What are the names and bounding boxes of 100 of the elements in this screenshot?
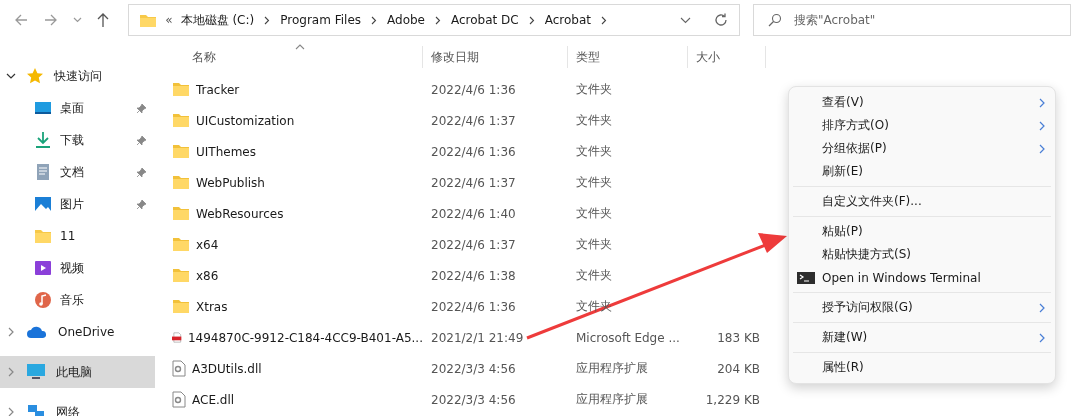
column-header[interactable]: 大小 xyxy=(688,46,766,68)
file-name[interactable]: x64 xyxy=(196,237,219,252)
sidebar-item[interactable]: 视频 xyxy=(0,252,155,284)
modified-date: 2022/4/6 1:38 xyxy=(430,268,517,283)
sidebar-label: OneDrive xyxy=(58,325,115,339)
expanded-chevron-icon[interactable] xyxy=(6,71,16,81)
up-arrow-icon xyxy=(96,12,110,28)
pdf-file-icon xyxy=(172,329,182,346)
sidebar-item[interactable]: 桌面 xyxy=(0,92,155,124)
terminal-icon xyxy=(797,271,815,284)
menu-item[interactable]: 属性(R) xyxy=(789,356,1055,379)
sidebar-item[interactable]: 音乐 xyxy=(0,284,155,316)
menu-item[interactable]: 授予访问权限(G) xyxy=(789,296,1055,319)
folder-icon xyxy=(172,175,190,190)
download-icon xyxy=(34,131,52,149)
sidebar-item[interactable]: 11 xyxy=(0,220,155,252)
menu-item[interactable]: 粘贴(P) xyxy=(789,220,1055,243)
file-size: 204 KB xyxy=(717,361,760,376)
file-type: 文件夹 xyxy=(575,143,613,160)
sidebar-item[interactable]: 此电脑 xyxy=(0,356,155,388)
folder-icon xyxy=(172,82,190,97)
file-name[interactable]: WebPublish xyxy=(196,175,265,190)
modified-date: 2022/4/6 1:36 xyxy=(430,144,517,159)
folder-icon xyxy=(172,268,190,283)
modified-date: 2022/4/6 1:36 xyxy=(430,82,517,97)
back-arrow-icon xyxy=(14,13,28,27)
breadcrumb[interactable]: Program Files xyxy=(280,13,361,27)
breadcrumb[interactable]: Acrobat xyxy=(544,13,591,27)
video-icon xyxy=(34,259,52,277)
file-type: 文件夹 xyxy=(575,236,613,253)
file-name[interactable]: WebResources xyxy=(196,206,284,221)
search-input[interactable]: 搜索"Acrobat" xyxy=(792,12,1056,28)
breadcrumb[interactable]: Acrobat DC xyxy=(451,13,519,27)
document-icon xyxy=(34,163,52,181)
sidebar-item[interactable]: 图片 xyxy=(0,188,155,220)
file-type: 文件夹 xyxy=(575,174,613,191)
collapsed-chevron-icon[interactable] xyxy=(6,327,16,337)
search-icon xyxy=(768,13,782,27)
chevron-icon xyxy=(528,15,535,25)
dropdown-icon[interactable] xyxy=(680,16,691,24)
forward-arrow-icon xyxy=(44,13,58,27)
menu-item[interactable]: Open in Windows Terminal xyxy=(789,266,1055,289)
column-header[interactable]: 修改日期 xyxy=(423,46,568,68)
file-type: Microsoft Edge ... xyxy=(575,330,681,345)
breadcrumb[interactable]: Adobe xyxy=(387,13,425,27)
address-bar[interactable]: « 本地磁盘 (C:) Program Files Adobe Acrobat DC Acrobat xyxy=(128,4,740,36)
sidebar-label: 桌面 xyxy=(60,99,84,117)
file-name[interactable]: Xtras xyxy=(196,299,228,314)
chevron-icon xyxy=(264,15,271,25)
sidebar-item[interactable]: 下载 xyxy=(0,124,155,156)
file-name[interactable]: x86 xyxy=(196,268,219,283)
file-type: 文件夹 xyxy=(575,205,613,222)
menu-item[interactable]: 刷新(E) xyxy=(789,160,1055,183)
menu-item[interactable]: 分组依据(P) xyxy=(789,137,1055,160)
folder-icon xyxy=(34,227,52,245)
modified-date: 2022/4/6 1:37 xyxy=(430,113,517,128)
collapsed-chevron-icon[interactable] xyxy=(6,407,16,416)
sidebar-label: 视频 xyxy=(60,259,84,277)
file-type: 文件夹 xyxy=(575,81,613,98)
breadcrumb[interactable]: 本地磁盘 (C:) xyxy=(180,11,255,29)
chevron-icon xyxy=(371,15,377,25)
modified-date: 2022/4/6 1:37 xyxy=(430,237,517,252)
menu-item[interactable]: 查看(V) xyxy=(789,91,1055,114)
column-header[interactable]: 类型 xyxy=(568,46,688,68)
menu-item[interactable]: 粘贴快捷方式(S) xyxy=(789,243,1055,266)
search-field[interactable]: 搜索"Acrobat" xyxy=(753,4,1071,36)
folder-icon xyxy=(172,206,190,221)
file-name[interactable]: 1494870C-9912-C184-4CC9-B401-A5... xyxy=(187,330,423,345)
chevron-icon xyxy=(601,15,607,25)
menu-item[interactable]: 新建(W) xyxy=(789,326,1055,349)
folder-icon xyxy=(172,144,190,159)
file-name[interactable]: UICustomization xyxy=(196,113,295,128)
modified-date: 2022/3/3 4:56 xyxy=(430,392,517,407)
collapsed-chevron-icon[interactable] xyxy=(6,367,16,377)
sidebar-item[interactable]: OneDrive xyxy=(0,316,155,348)
file-type: 应用程序扩展 xyxy=(575,360,649,377)
file-type: 文件夹 xyxy=(575,267,613,284)
sidebar-label: 下载 xyxy=(60,131,84,149)
sidebar-label: 11 xyxy=(60,229,76,243)
music-icon xyxy=(34,291,52,309)
refresh-icon[interactable] xyxy=(713,12,729,28)
file-type: 文件夹 xyxy=(575,112,613,129)
star-icon xyxy=(26,67,44,85)
file-name[interactable]: A3DUtils.dll xyxy=(192,361,262,376)
file-type: 应用程序扩展 xyxy=(575,391,649,408)
menu-item[interactable]: 自定义文件夹(F)... xyxy=(789,190,1055,213)
sidebar-label: 文档 xyxy=(60,163,84,181)
menu-item[interactable]: 排序方式(O) xyxy=(789,114,1055,137)
breadcrumb-overflow[interactable]: « xyxy=(165,13,173,27)
modified-date: 2021/2/1 21:49 xyxy=(430,330,525,345)
sort-ascending-icon xyxy=(295,44,305,50)
modified-date: 2022/4/6 1:36 xyxy=(430,299,517,314)
sidebar-item[interactable]: 文档 xyxy=(0,156,155,188)
file-name[interactable]: UIThemes xyxy=(196,144,256,159)
column-header[interactable]: 名称 xyxy=(155,46,423,68)
file-name[interactable]: ACE.dll xyxy=(192,392,235,407)
modified-date: 2022/4/6 1:37 xyxy=(430,175,517,190)
sidebar-item[interactable]: 快速访问 xyxy=(0,60,155,92)
file-name[interactable]: Tracker xyxy=(196,82,240,97)
sidebar-label: 此电脑 xyxy=(56,363,92,381)
